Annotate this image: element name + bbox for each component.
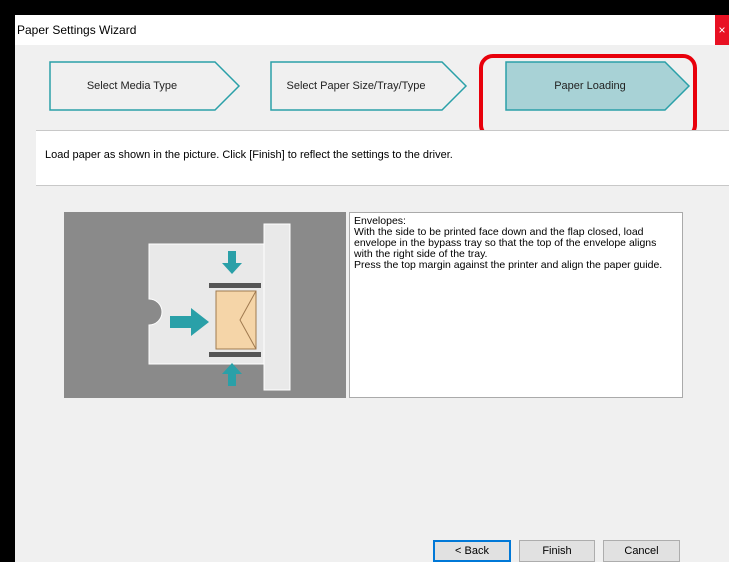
window-title: Paper Settings Wizard: [17, 23, 137, 37]
description-box: Envelopes: With the side to be printed f…: [349, 212, 683, 398]
arrow-up-shaft: [228, 374, 236, 386]
title-bar: Paper Settings Wizard ×: [15, 15, 729, 45]
back-button[interactable]: < Back: [433, 540, 511, 562]
envelope-loading-diagram: [148, 223, 291, 391]
paper-guide-bottom: [209, 352, 261, 357]
instruction-text: Load paper as shown in the picture. Clic…: [45, 149, 453, 161]
step-label: Select Media Type: [86, 80, 178, 92]
paper-loading-illustration: [64, 212, 346, 398]
arrow-down-shaft: [228, 251, 236, 263]
paper-guide-top: [209, 283, 261, 288]
envelope-icon: [215, 290, 257, 350]
instruction-panel: Load paper as shown in the picture. Clic…: [36, 130, 729, 186]
step-select-media-type: Select Media Type: [49, 61, 241, 113]
wizard-steps: Select Media Type Select Paper Size/Tray…: [15, 45, 729, 139]
highlight-box: [479, 54, 697, 139]
close-button[interactable]: ×: [715, 15, 729, 45]
arrow-up-icon: [222, 363, 242, 374]
cancel-button[interactable]: Cancel: [603, 540, 680, 562]
finish-button[interactable]: Finish: [519, 540, 595, 562]
step-label: Select Paper Size/Tray/Type: [286, 80, 426, 92]
wizard-window: Paper Settings Wizard × Select Media Typ…: [15, 15, 729, 562]
arrow-right-shaft: [170, 316, 192, 328]
description-line: Press the top margin against the printer…: [354, 259, 663, 271]
step-select-paper-size: Select Paper Size/Tray/Type: [270, 61, 468, 113]
printer-side-panel: [263, 223, 291, 391]
